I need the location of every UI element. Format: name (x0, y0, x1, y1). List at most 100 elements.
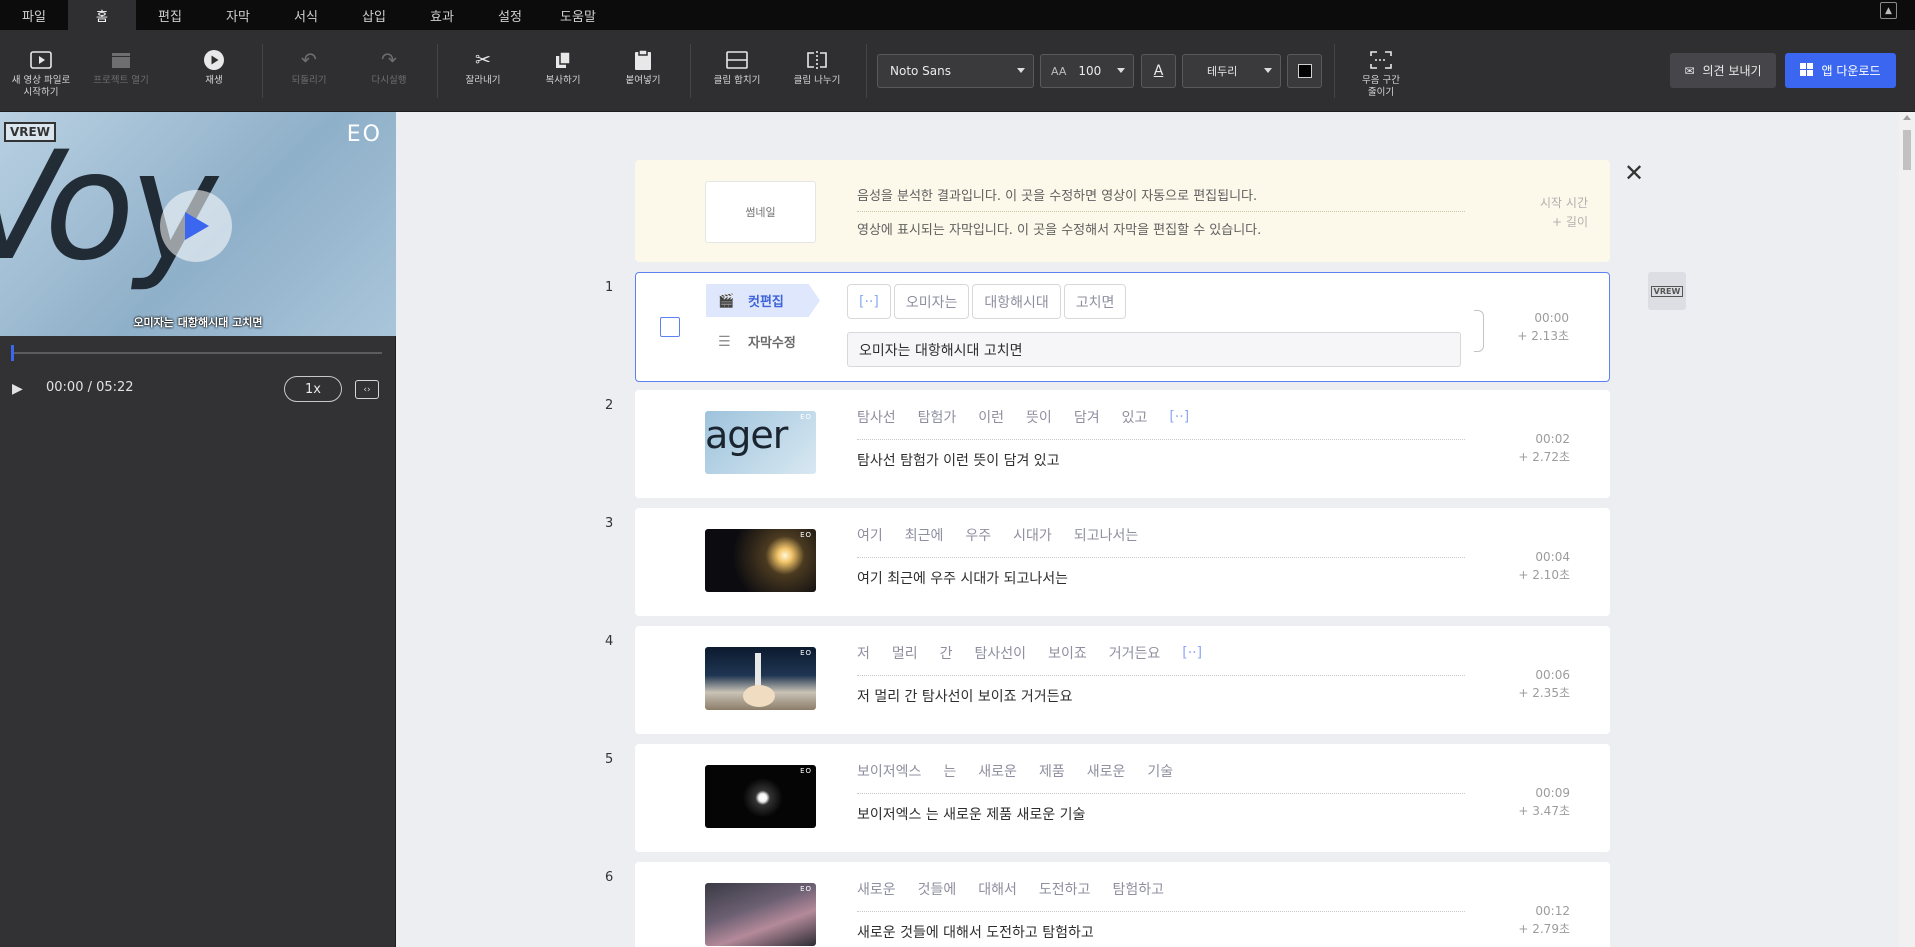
word-token[interactable]: 거거든요 (1109, 643, 1161, 663)
clip-card[interactable]: EO 새로운 것들에 대해서 도전하고 탐험하고 새로운 것들에 대해서 도전하… (635, 862, 1610, 947)
clip-subtitle[interactable]: 탐사선 탐험가 이런 뜻이 담겨 있고 (857, 450, 1060, 470)
word-token[interactable]: 는 (943, 761, 956, 781)
merge-clip-button[interactable]: 클립 합치기 (706, 30, 768, 112)
app-download-button[interactable]: 앱 다운로드 (1785, 53, 1896, 88)
menu-help[interactable]: 도움말 (544, 0, 612, 30)
word-token-silence[interactable]: [··] (1169, 409, 1189, 425)
word-token[interactable]: 새로운 (1087, 761, 1126, 781)
clip-start-time: 00:09 (1535, 786, 1570, 800)
menu-edit[interactable]: 편집 (136, 0, 204, 30)
paste-button[interactable]: 붙여넣기 (614, 30, 672, 112)
playback-speed-button[interactable]: 1x (284, 376, 342, 402)
word-token[interactable]: 뜻이 (1026, 407, 1052, 427)
copy-button[interactable]: 복사하기 (534, 30, 592, 112)
word-token[interactable]: 탐험가 (918, 407, 957, 427)
word-token[interactable]: 탐험하고 (1112, 879, 1164, 899)
word-chip-silence[interactable]: [··] (847, 284, 891, 319)
word-token[interactable]: 최근에 (905, 525, 944, 545)
word-token[interactable]: 보이죠 (1048, 643, 1087, 663)
video-preview[interactable]: Voy VREW EO 오미자는 대항해시대 고치면 (0, 112, 396, 336)
clip-thumbnail[interactable]: EO (705, 883, 816, 946)
menu-format[interactable]: 서식 (272, 0, 340, 30)
clip-thumbnail[interactable]: ager EO (705, 411, 816, 474)
vrew-logo-icon: VREW (1650, 285, 1684, 297)
word-token[interactable]: 우주 (965, 525, 991, 545)
word-chip[interactable]: 고치면 (1063, 284, 1127, 319)
word-token[interactable]: 도전하고 (1039, 879, 1091, 899)
cut-edit-tab[interactable]: 🎬 컷편집 (706, 284, 820, 317)
vrew-editor-window: 파일 홈 편집 자막 서식 삽입 효과 설정 도움말 ▲ 새 영상 파일로 시작… (0, 0, 1915, 947)
scroll-thumb[interactable] (1903, 130, 1911, 170)
word-token[interactable]: 담겨 (1074, 407, 1100, 427)
clip-card[interactable]: EO 여기 최근에 우주 시대가 되고나서는 여기 최근에 우주 시대가 되고나… (635, 508, 1610, 616)
play-button[interactable]: 재생 (185, 30, 243, 112)
clip-card-selected[interactable]: 🎬 컷편집 ☰ 자막수정 [··] 오미자는 대항해시대 고치면 오미자는 대항… (635, 272, 1610, 382)
word-token[interactable]: 보이저엑스 (857, 761, 921, 781)
clip-subtitle[interactable]: 새로운 것들에 대해서 도전하고 탐험하고 (857, 922, 1094, 942)
word-token[interactable]: 있고 (1122, 407, 1148, 427)
word-token[interactable]: 멀리 (892, 643, 918, 663)
word-token[interactable]: 탐사선이 (975, 643, 1027, 663)
timeline-slider[interactable] (11, 345, 382, 361)
border-dropdown[interactable]: 테두리 (1182, 54, 1281, 88)
clip-number: 2 (605, 398, 614, 413)
small-play-icon[interactable]: ▶ (12, 381, 23, 397)
word-token[interactable]: 제품 (1039, 761, 1065, 781)
vertical-scrollbar[interactable] (1899, 112, 1915, 947)
word-chip[interactable]: 오미자는 (893, 284, 970, 319)
clip-checkbox[interactable] (660, 317, 680, 337)
close-icon[interactable]: ✕ (1624, 161, 1644, 185)
vrew-logo-button[interactable]: VREW (1648, 272, 1686, 310)
word-token[interactable]: 시대가 (1013, 525, 1052, 545)
subtitle-input[interactable]: 오미자는 대항해시대 고치면 (847, 332, 1461, 367)
reduce-silence-button[interactable]: 무음 구간 줄이기 (1350, 30, 1412, 112)
word-token[interactable]: 새로운 (978, 761, 1017, 781)
collapse-ribbon-button[interactable]: ▲ (1880, 2, 1897, 19)
open-project-button[interactable]: 프로젝트 열기 (86, 30, 156, 112)
clip-thumbnail[interactable]: EO (705, 765, 816, 828)
text-color-button[interactable]: A (1141, 54, 1176, 88)
word-token[interactable]: 간 (940, 643, 953, 663)
clip-subtitle[interactable]: 보이저엑스 는 새로운 제품 새로운 기술 (857, 804, 1085, 824)
word-token[interactable]: 기술 (1147, 761, 1173, 781)
timeline-handle[interactable] (11, 345, 14, 361)
word-chip[interactable]: 대항해시대 (972, 284, 1061, 319)
border-color-swatch (1297, 64, 1312, 78)
word-token[interactable]: 여기 (857, 525, 883, 545)
redo-button[interactable]: ↷ 다시실행 (360, 30, 418, 112)
menu-settings[interactable]: 설정 (476, 0, 544, 30)
border-color-button[interactable] (1287, 54, 1322, 88)
clip-thumbnail[interactable]: EO (705, 647, 816, 710)
clip-subtitle[interactable]: 저 멀리 간 탐사선이 보이죠 거거든요 (857, 686, 1072, 706)
word-token[interactable]: 새로운 (857, 879, 896, 899)
undo-button[interactable]: ↶ 되돌리기 (280, 30, 338, 112)
video-play-button[interactable] (160, 190, 232, 262)
split-clip-button[interactable]: 클립 나누기 (786, 30, 848, 112)
font-family-dropdown[interactable]: Noto Sans (877, 54, 1034, 88)
menu-file[interactable]: 파일 (0, 0, 68, 30)
scissors-icon: ✂ (475, 49, 491, 71)
menu-insert[interactable]: 삽입 (340, 0, 408, 30)
subtitle-edit-tab[interactable]: ☰ 자막수정 (718, 332, 796, 352)
word-token[interactable]: 대해서 (978, 879, 1017, 899)
scroll-up-icon[interactable] (1903, 115, 1911, 120)
menu-subtitle[interactable]: 자막 (204, 0, 272, 30)
word-token[interactable]: 되고나서는 (1074, 525, 1138, 545)
cut-button[interactable]: ✂ 잘라내기 (454, 30, 512, 112)
word-token[interactable]: 탐사선 (857, 407, 896, 427)
clip-card[interactable]: ager EO 탐사선 탐험가 이런 뜻이 담겨 있고 [··] 탐사선 탐험가… (635, 390, 1610, 498)
word-token[interactable]: 것들에 (918, 879, 957, 899)
word-token[interactable]: 저 (857, 643, 870, 663)
fit-screen-icon[interactable]: ‹› (355, 380, 379, 399)
new-video-button[interactable]: 새 영상 파일로 시작하기 (2, 30, 80, 112)
menu-effects[interactable]: 효과 (408, 0, 476, 30)
feedback-button[interactable]: ✉ 의견 보내기 (1670, 53, 1776, 88)
word-token[interactable]: 이런 (978, 407, 1004, 427)
clip-thumbnail[interactable]: EO (705, 529, 816, 592)
font-size-dropdown[interactable]: AA 100 (1040, 54, 1134, 88)
menu-home[interactable]: 홈 (68, 0, 136, 30)
word-token-silence[interactable]: [··] (1182, 645, 1202, 661)
clip-card[interactable]: EO 저 멀리 간 탐사선이 보이죠 거거든요 [··] 저 멀리 간 탐사선이… (635, 626, 1610, 734)
clip-subtitle[interactable]: 여기 최근에 우주 시대가 되고나서는 (857, 568, 1068, 588)
clip-card[interactable]: EO 보이저엑스 는 새로운 제품 새로운 기술 보이저엑스 는 새로운 제품 … (635, 744, 1610, 852)
